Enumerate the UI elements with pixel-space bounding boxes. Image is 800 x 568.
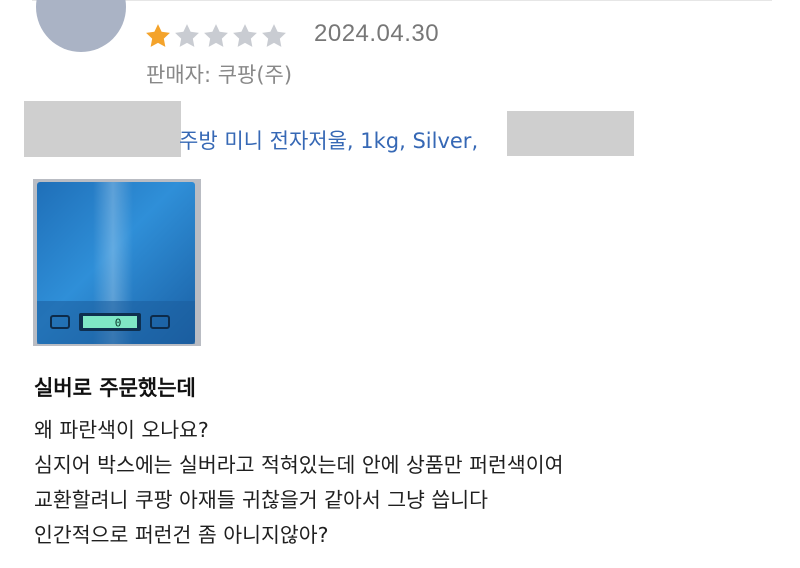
review-body-line: 교환할려니 쿠팡 아재들 귀찮을거 같아서 그냥 씁니다 <box>34 488 489 512</box>
scale-display-readout: 0 <box>115 317 122 330</box>
top-divider <box>32 0 772 1</box>
review-body-line: 왜 파란색이 오나요? <box>34 418 209 442</box>
star-rating <box>144 22 289 50</box>
star-icon <box>173 22 201 50</box>
seller-name: 판매자: 쿠팡(주) <box>146 63 293 87</box>
star-icon <box>260 22 288 50</box>
product-option-link[interactable]: 주방 미니 전자저울, 1kg, Silver, <box>179 125 478 155</box>
review-body-line: 인간적으로 퍼런건 좀 아니지않아? <box>34 523 329 547</box>
redaction-block <box>24 101 181 157</box>
star-icon <box>202 22 230 50</box>
review-body: 왜 파란색이 오나요? 심지어 박스에는 실버라고 적혀있는데 안에 상품만 퍼… <box>34 413 563 553</box>
review-body-line: 심지어 박스에는 실버라고 적혀있는데 안에 상품만 퍼런색이여 <box>34 453 564 477</box>
reviewer-avatar <box>36 0 126 52</box>
redaction-block <box>507 111 634 156</box>
star-icon <box>231 22 259 50</box>
review-headline: 실버로 주문했는데 <box>34 376 196 400</box>
review-photo[interactable]: 0 <box>33 179 201 346</box>
star-icon <box>144 22 172 50</box>
review-date: 2024.04.30 <box>314 20 440 47</box>
